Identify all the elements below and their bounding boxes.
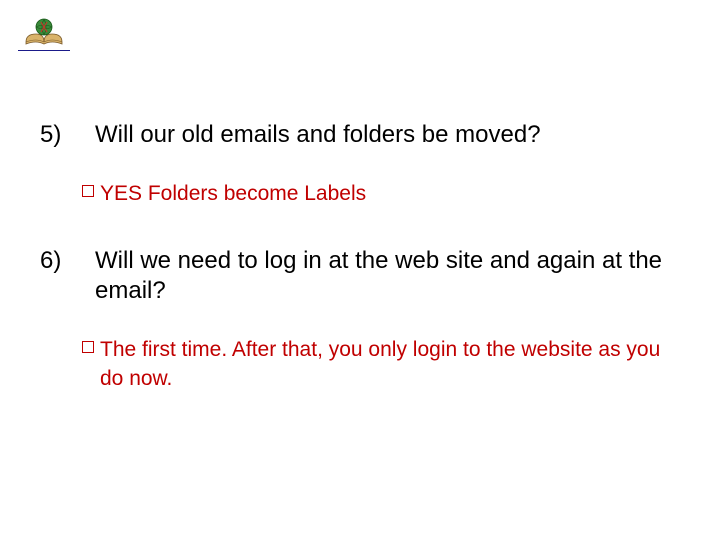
qa-item: 5) Will our old emails and folders be mo… [40, 120, 680, 208]
question-row: 6) Will we need to log in at the web sit… [40, 246, 680, 306]
square-bullet-icon [82, 341, 94, 353]
header-logo [18, 14, 70, 51]
answer-row: The first time. After that, you only log… [82, 336, 680, 393]
question-number: 6) [40, 246, 95, 306]
qa-item: 6) Will we need to log in at the web sit… [40, 246, 680, 393]
question-text: Will we need to log in at the web site a… [95, 246, 680, 306]
answer-text: The first time. After that, you only log… [100, 336, 680, 393]
question-number: 5) [40, 120, 95, 150]
book-globe-icon [22, 14, 66, 48]
question-row: 5) Will our old emails and folders be mo… [40, 120, 680, 150]
answer-text: YES Folders become Labels [100, 180, 680, 208]
square-bullet-icon [82, 185, 94, 197]
answer-row: YES Folders become Labels [82, 180, 680, 208]
slide-content: 5) Will our old emails and folders be mo… [40, 120, 680, 431]
logo-underline [18, 50, 70, 51]
question-text: Will our old emails and folders be moved… [95, 120, 680, 150]
